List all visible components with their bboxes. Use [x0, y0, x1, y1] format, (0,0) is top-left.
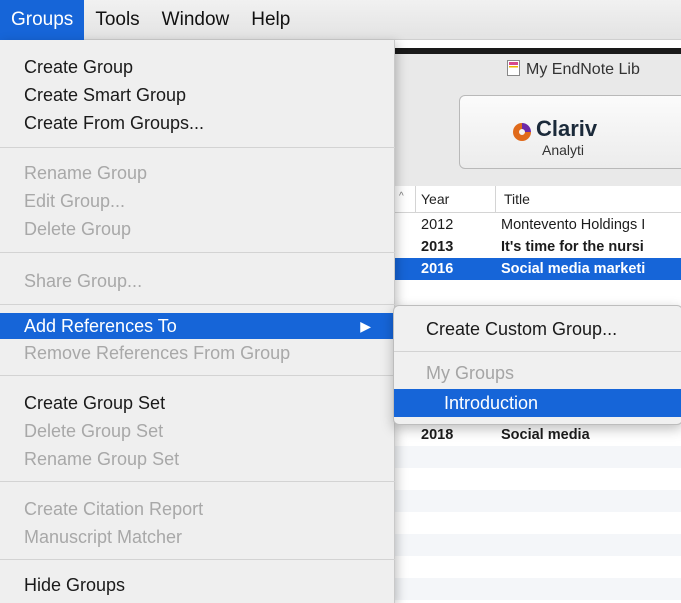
table-header: ^ Year Title [395, 186, 681, 213]
menu-item-create-from-groups[interactable]: Create From Groups... [0, 110, 395, 136]
menu-separator [0, 481, 395, 482]
row-year: 2016 [421, 261, 454, 277]
table-row-empty [395, 556, 681, 578]
menu-separator [0, 304, 395, 305]
menu-item-rename-group-set: Rename Group Set [24, 449, 180, 469]
menu-window[interactable]: Window [151, 0, 241, 40]
menu-bar: Groups Tools Window Help [0, 0, 681, 40]
table-row[interactable]: 2012 Montevento Holdings I [395, 214, 681, 236]
menu-separator [0, 375, 395, 376]
submenu-header-my-groups: My Groups [426, 363, 515, 383]
table-row-selected[interactable]: 2016 Social media marketi [395, 258, 681, 280]
clarivate-logo-icon [512, 122, 532, 147]
menu-item-edit-group: Edit Group... [24, 191, 126, 211]
menu-item-create-group-set[interactable]: Create Group Set [0, 390, 395, 416]
column-title[interactable]: Title [495, 186, 530, 212]
table-row[interactable]: 2018 Social media [395, 424, 681, 446]
table-row[interactable]: 2013 It's time for the nursi [395, 236, 681, 258]
row-year: 2018 [421, 427, 454, 443]
menu-separator [0, 147, 395, 148]
menu-item-rename-group: Rename Group [24, 163, 148, 183]
table-row-empty [395, 468, 681, 490]
row-year: 2013 [421, 239, 454, 255]
table-row-empty [395, 512, 681, 534]
brand-subtitle: Analyti [542, 142, 585, 158]
menu-item-add-references-to[interactable]: Add References To ▶ [0, 313, 395, 339]
column-year[interactable]: Year [421, 191, 449, 207]
menu-separator [0, 252, 395, 253]
menu-groups[interactable]: Groups [0, 0, 85, 40]
submenu-item-introduction[interactable]: Introduction [394, 389, 681, 417]
menu-separator [394, 351, 681, 352]
table-row-empty [395, 534, 681, 556]
row-title: Social media marketi [501, 261, 646, 277]
submenu-item-create-custom-group[interactable]: Create Custom Group... [394, 315, 681, 343]
menu-item-create-group[interactable]: Create Group [0, 54, 395, 80]
menu-item-create-citation-report: Create Citation Report [24, 499, 204, 519]
menu-help[interactable]: Help [240, 0, 301, 40]
library-title: My EndNote Lib [507, 60, 640, 81]
submenu-arrow-icon: ▶ [360, 318, 371, 334]
row-title: Social media [501, 427, 590, 443]
row-title: Montevento Holdings I [501, 217, 646, 233]
table-row-empty [395, 578, 681, 600]
brand-name: Clariv [536, 116, 598, 141]
document-icon [507, 60, 520, 81]
sort-ascending-icon[interactable]: ^ [399, 191, 404, 202]
library-title-text: My EndNote Lib [526, 61, 640, 78]
table-row-empty [395, 446, 681, 468]
menu-item-delete-group-set: Delete Group Set [24, 421, 164, 441]
row-year: 2012 [421, 217, 454, 233]
menu-item-manuscript-matcher: Manuscript Matcher [24, 527, 183, 547]
window-titlebar: My EndNote Lib [395, 48, 681, 94]
menu-item-share-group: Share Group... [24, 271, 143, 291]
menu-separator [0, 559, 395, 560]
menu-item-hide-groups[interactable]: Hide Groups [0, 572, 395, 598]
groups-menu: Create Group Create Smart Group Create F… [0, 40, 395, 603]
menu-item-create-smart-group[interactable]: Create Smart Group [0, 82, 395, 108]
add-references-submenu: Create Custom Group... My Groups Introdu… [393, 305, 681, 425]
row-title: It's time for the nursi [501, 239, 644, 255]
table-row-empty [395, 490, 681, 512]
online-brand-button[interactable]: Clariv Analyti [459, 95, 681, 169]
menu-item-remove-references: Remove References From Group [24, 343, 291, 363]
menu-item-label: Add References To [24, 316, 177, 336]
menu-tools[interactable]: Tools [84, 0, 150, 40]
menu-item-delete-group: Delete Group [24, 219, 132, 239]
